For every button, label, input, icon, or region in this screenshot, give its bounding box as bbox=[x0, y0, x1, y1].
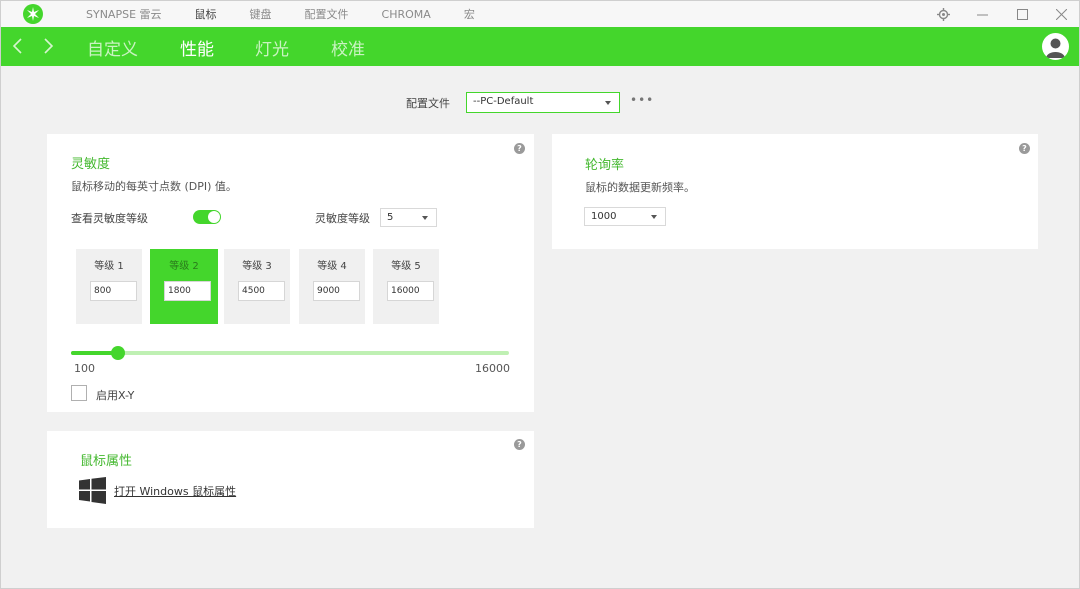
enable-xy-label: 启用X-Y bbox=[96, 389, 135, 402]
windows-logo-icon bbox=[79, 477, 106, 504]
title-bar: SYNAPSE 雷云 鼠标 键盘 配置文件 CHROMA 宏 bbox=[1, 1, 1079, 27]
dpi-level-input[interactable]: 16000 bbox=[387, 281, 434, 301]
dpi-level-1[interactable]: 等级 1 800 bbox=[76, 249, 142, 324]
top-nav-mouse[interactable]: 鼠标 bbox=[195, 6, 217, 22]
chevron-down-icon bbox=[422, 216, 428, 220]
top-nav-macro[interactable]: 宏 bbox=[464, 6, 475, 22]
dpi-level-label: 等级 1 bbox=[94, 261, 124, 272]
user-icon bbox=[1046, 38, 1065, 58]
dpi-max-label: 16000 bbox=[475, 362, 510, 375]
dpi-level-5[interactable]: 等级 5 16000 bbox=[373, 249, 439, 324]
dpi-level-label: 等级 4 bbox=[317, 261, 347, 272]
razer-logo-icon bbox=[23, 4, 43, 24]
gear-icon[interactable] bbox=[933, 1, 953, 27]
top-nav-synapse[interactable]: SYNAPSE 雷云 bbox=[86, 6, 162, 22]
top-nav-keyboard[interactable]: 键盘 bbox=[250, 6, 272, 22]
polling-rate-value: 1000 bbox=[591, 211, 617, 222]
polling-rate-title: 轮询率 bbox=[585, 158, 625, 173]
dpi-min-label: 100 bbox=[74, 362, 95, 375]
dpi-slider-track[interactable] bbox=[71, 351, 509, 355]
tab-performance[interactable]: 性能 bbox=[180, 35, 214, 60]
dpi-level-label: 等级 5 bbox=[391, 261, 421, 272]
dpi-level-label: 等级 3 bbox=[242, 261, 272, 272]
tab-lighting[interactable]: 灯光 bbox=[255, 35, 289, 60]
top-nav-profiles[interactable]: 配置文件 bbox=[305, 6, 349, 22]
profile-label: 配置文件 bbox=[406, 97, 450, 110]
profile-value: --PC-Default bbox=[473, 96, 534, 107]
polling-rate-description: 鼠标的数据更新频率。 bbox=[585, 181, 695, 194]
help-icon[interactable]: ? bbox=[514, 143, 525, 154]
stages-count-value: 5 bbox=[387, 212, 394, 223]
polling-rate-dropdown[interactable]: 1000 bbox=[584, 207, 666, 226]
dpi-level-input[interactable]: 4500 bbox=[238, 281, 285, 301]
profile-dropdown[interactable]: --PC-Default bbox=[466, 92, 620, 113]
close-icon[interactable] bbox=[1051, 1, 1071, 27]
sensitivity-title: 灵敏度 bbox=[71, 157, 111, 172]
mouse-properties-title: 鼠标属性 bbox=[80, 454, 133, 469]
dpi-level-2[interactable]: 等级 2 1800 bbox=[150, 249, 218, 324]
dpi-level-input[interactable]: 800 bbox=[90, 281, 137, 301]
minimize-icon[interactable] bbox=[972, 1, 992, 27]
help-icon[interactable]: ? bbox=[514, 439, 525, 450]
sensitivity-stages-toggle-label: 查看灵敏度等级 bbox=[71, 212, 148, 225]
maximize-icon[interactable] bbox=[1012, 1, 1032, 27]
chevron-down-icon bbox=[651, 215, 657, 219]
mouse-properties-card bbox=[47, 431, 534, 528]
help-icon[interactable]: ? bbox=[1019, 143, 1030, 154]
more-options-icon[interactable]: ••• bbox=[630, 93, 654, 107]
sensitivity-stages-toggle[interactable] bbox=[193, 210, 221, 224]
stages-count-dropdown[interactable]: 5 bbox=[380, 208, 437, 227]
stages-count-label: 灵敏度等级 bbox=[315, 212, 370, 225]
dpi-level-input[interactable]: 9000 bbox=[313, 281, 360, 301]
enable-xy-checkbox[interactable] bbox=[71, 385, 87, 401]
dpi-level-label: 等级 2 bbox=[169, 261, 199, 272]
user-avatar[interactable] bbox=[1042, 33, 1069, 60]
top-nav-chroma[interactable]: CHROMA bbox=[382, 8, 431, 21]
dpi-slider-thumb[interactable] bbox=[110, 346, 125, 360]
top-nav: SYNAPSE 雷云 鼠标 键盘 配置文件 CHROMA 宏 bbox=[86, 1, 508, 27]
sensitivity-description: 鼠标移动的每英寸点数 (DPI) 值。 bbox=[71, 180, 237, 193]
forward-arrow-icon[interactable] bbox=[41, 36, 55, 56]
sub-nav-bar: 自定义 性能 灯光 校准 bbox=[1, 27, 1079, 66]
tab-calibration[interactable]: 校准 bbox=[331, 35, 365, 60]
tab-customize[interactable]: 自定义 bbox=[87, 35, 138, 60]
open-windows-mouse-properties-link[interactable]: 打开 Windows 鼠标属性 bbox=[114, 483, 236, 499]
back-arrow-icon[interactable] bbox=[11, 36, 25, 56]
chevron-down-icon bbox=[605, 101, 611, 105]
dpi-level-4[interactable]: 等级 4 9000 bbox=[299, 249, 365, 324]
dpi-level-3[interactable]: 等级 3 4500 bbox=[224, 249, 290, 324]
dpi-level-input[interactable]: 1800 bbox=[164, 281, 211, 301]
